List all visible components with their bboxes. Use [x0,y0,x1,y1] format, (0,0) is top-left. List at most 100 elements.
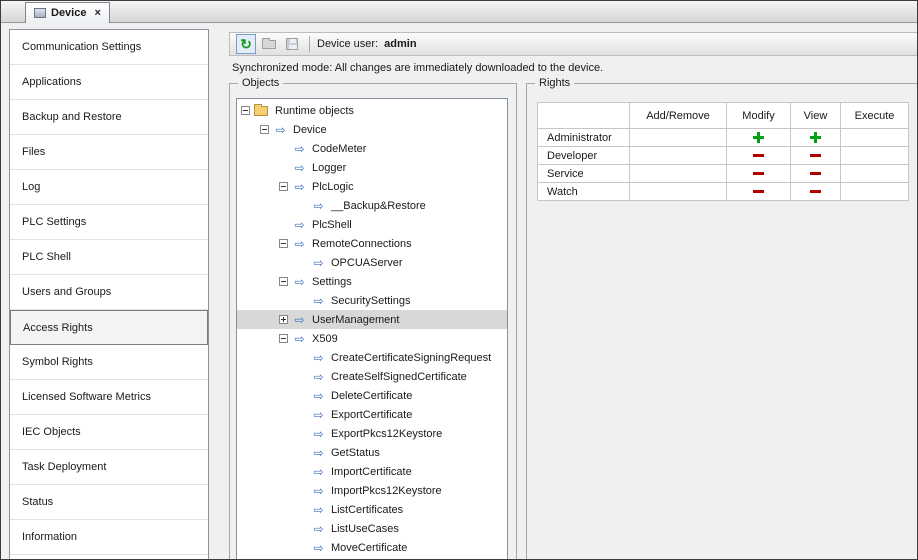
sidebar-item-communication-settings[interactable]: Communication Settings [10,30,208,65]
rights-cell-watch-add-remove[interactable] [630,183,727,201]
sidebar-item-files[interactable]: Files [10,135,208,170]
device-user-label: Device user: [317,38,378,50]
collapse-icon[interactable] [241,106,250,115]
rights-row-service: Service [538,165,909,183]
tree-node-label: Device [290,124,330,136]
sidebar-item-iec-objects[interactable]: IEC Objects [10,415,208,450]
sidebar-item-information[interactable]: Information [10,520,208,555]
rights-table: Add/RemoveModifyViewExecuteAdministrator… [537,102,909,201]
rights-cell-administrator-add-remove[interactable] [630,129,727,147]
tree-node-settings[interactable]: ⇨Settings [237,272,507,291]
refresh-button[interactable]: ↻ [236,34,256,54]
sidebar-item-applications[interactable]: Applications [10,65,208,100]
open-folder-icon [262,40,276,49]
rights-cell-administrator-execute[interactable] [841,129,909,147]
tree-node-label: CreateCertificateSigningRequest [328,352,494,364]
rights-cell-watch-modify[interactable] [727,183,791,201]
object-arrow-icon: ⇨ [311,257,326,269]
rights-cell-watch-view[interactable] [791,183,841,201]
rights-cell-service-modify[interactable] [727,165,791,183]
collapse-icon[interactable] [279,239,288,248]
tree-node-label: CodeMeter [309,143,369,155]
objects-tree[interactable]: Runtime objects⇨Device⇨CodeMeter⇨Logger⇨… [236,98,508,560]
object-arrow-icon: ⇨ [292,219,307,231]
export-users-button [282,34,302,54]
collapse-icon[interactable] [279,334,288,343]
object-arrow-icon: ⇨ [292,238,307,250]
rights-cell-administrator-view[interactable] [791,129,841,147]
rights-cell-developer-view[interactable] [791,147,841,165]
tree-node-label: UserManagement [309,314,402,326]
tree-node-securitysettings[interactable]: ⇨SecuritySettings [237,291,507,310]
rights-cell-administrator-modify[interactable] [727,129,791,147]
rights-row-label: Developer [538,147,630,165]
sidebar-item-backup-and-restore[interactable]: Backup and Restore [10,100,208,135]
tree-node-remoteconnections[interactable]: ⇨RemoteConnections [237,234,507,253]
collapse-icon[interactable] [279,277,288,286]
device-user-value: admin [384,38,416,50]
tree-node-listcertificates[interactable]: ⇨ListCertificates [237,500,507,519]
rights-cell-service-execute[interactable] [841,165,909,183]
tree-node-plclogic[interactable]: ⇨PlcLogic [237,177,507,196]
sidebar-item-access-rights[interactable]: Access Rights [10,310,208,345]
tree-node-exportcertificate[interactable]: ⇨ExportCertificate [237,405,507,424]
rights-cell-developer-modify[interactable] [727,147,791,165]
tree-node-logger[interactable]: ⇨Logger [237,158,507,177]
tree-node-backup-restore[interactable]: ⇨__Backup&Restore [237,196,507,215]
tree-node-usermanagement[interactable]: ⇨UserManagement [237,310,507,329]
sidebar-item-users-and-groups[interactable]: Users and Groups [10,275,208,310]
tree-node-movecertificate[interactable]: ⇨MoveCertificate [237,538,507,557]
object-arrow-icon: ⇨ [311,447,326,459]
tree-node-importcertificate[interactable]: ⇨ImportCertificate [237,462,507,481]
tree-node-opcuaserver[interactable]: ⇨OPCUAServer [237,253,507,272]
object-arrow-icon: ⇨ [311,390,326,402]
object-arrow-icon: ⇨ [311,295,326,307]
close-icon[interactable]: × [94,7,100,19]
sidebar-item-label: Status [22,496,53,508]
tree-node-label: GetStatus [328,447,383,459]
tree-node-label: RemoteConnections [309,238,415,250]
sidebar-item-licensed-software-metrics[interactable]: Licensed Software Metrics [10,380,208,415]
sidebar-item-log[interactable]: Log [10,170,208,205]
rights-cell-service-view[interactable] [791,165,841,183]
collapse-icon[interactable] [260,125,269,134]
rights-row-label: Watch [538,183,630,201]
denied-icon [753,190,764,193]
sidebar-item-status[interactable]: Status [10,485,208,520]
sidebar-item-label: Symbol Rights [22,356,93,368]
object-arrow-icon: ⇨ [311,504,326,516]
tree-node-runtime-objects[interactable]: Runtime objects [237,101,507,120]
rights-cell-developer-add-remove[interactable] [630,147,727,165]
tree-node-createselfsignedcertificate[interactable]: ⇨CreateSelfSignedCertificate [237,367,507,386]
tree-node-deletecertificate[interactable]: ⇨DeleteCertificate [237,386,507,405]
toolbar: ↻ Device user: admin [229,32,917,56]
object-arrow-icon: ⇨ [292,162,307,174]
object-arrow-icon: ⇨ [292,333,307,345]
collapse-icon[interactable] [279,182,288,191]
tree-node-exportpkcs12keystore[interactable]: ⇨ExportPkcs12Keystore [237,424,507,443]
tree-node-listusecases[interactable]: ⇨ListUseCases [237,519,507,538]
tree-node-label: MoveCertificate [328,542,410,554]
tree-node-importpkcs12keystore[interactable]: ⇨ImportPkcs12Keystore [237,481,507,500]
sidebar-item-symbol-rights[interactable]: Symbol Rights [10,345,208,380]
sidebar-item-label: Task Deployment [22,461,106,473]
tree-node-label: ExportCertificate [328,409,415,421]
sidebar-item-label: IEC Objects [22,426,81,438]
rights-cell-service-add-remove[interactable] [630,165,727,183]
tree-node-codemeter[interactable]: ⇨CodeMeter [237,139,507,158]
sidebar-item-label: Access Rights [23,322,93,334]
rights-cell-developer-execute[interactable] [841,147,909,165]
tree-node-plcshell[interactable]: ⇨PlcShell [237,215,507,234]
expand-icon[interactable] [279,315,288,324]
tree-node-getstatus[interactable]: ⇨GetStatus [237,443,507,462]
tree-node-x509[interactable]: ⇨X509 [237,329,507,348]
object-arrow-icon: ⇨ [311,200,326,212]
tab-device[interactable]: Device × [25,2,110,23]
sidebar-item-task-deployment[interactable]: Task Deployment [10,450,208,485]
sidebar-item-plc-settings[interactable]: PLC Settings [10,205,208,240]
sidebar-item-plc-shell[interactable]: PLC Shell [10,240,208,275]
object-arrow-icon: ⇨ [292,314,307,326]
rights-cell-watch-execute[interactable] [841,183,909,201]
tree-node-device[interactable]: ⇨Device [237,120,507,139]
tree-node-createcertificatesigningrequest[interactable]: ⇨CreateCertificateSigningRequest [237,348,507,367]
